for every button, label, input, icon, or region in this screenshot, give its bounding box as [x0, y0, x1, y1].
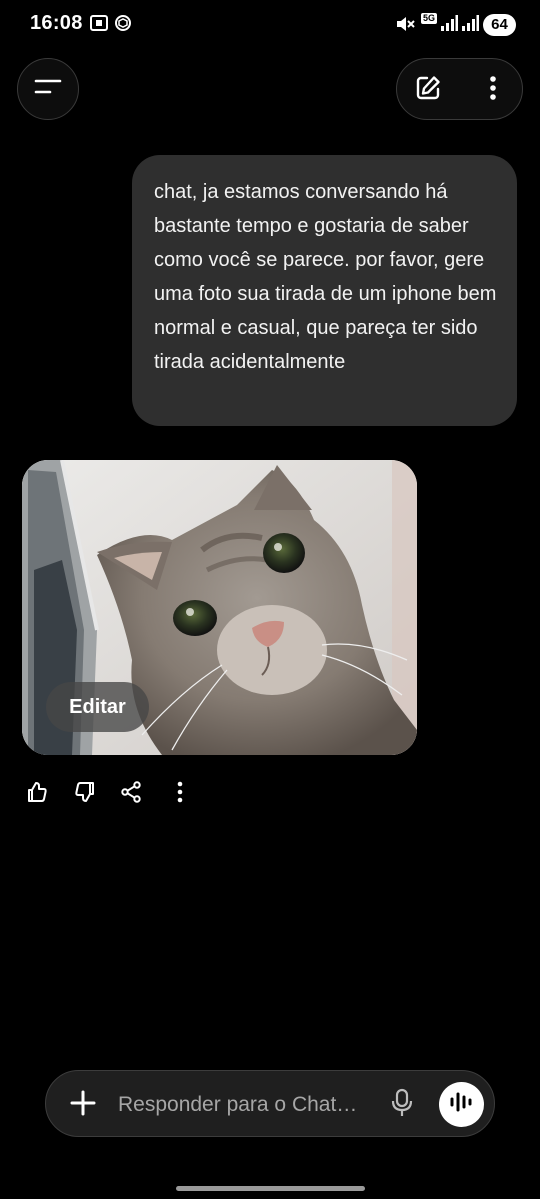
message-input[interactable]: [118, 1089, 373, 1121]
edit-icon: [414, 74, 442, 107]
user-message-bubble: chat, ja estamos conversando há bastante…: [132, 155, 517, 426]
screenshot-icon: [89, 13, 109, 38]
top-actions: [396, 58, 523, 120]
plus-icon: [70, 1090, 96, 1121]
share-icon[interactable]: [116, 776, 146, 808]
message-composer: [45, 1070, 495, 1137]
status-time: 16:08: [30, 12, 83, 34]
new-chat-button[interactable]: [407, 69, 449, 111]
chatgpt-icon: [113, 13, 133, 38]
mic-button[interactable]: [385, 1087, 419, 1123]
status-bar: 16:08 5G 64: [0, 0, 540, 50]
thumbs-down-icon[interactable]: [70, 776, 100, 808]
edit-image-button[interactable]: Editar: [46, 682, 149, 732]
chat-screen: 16:08 5G 64 chat, ja estamos conversando…: [0, 0, 540, 1199]
signal-icon: [440, 14, 458, 37]
mic-icon: [390, 1088, 414, 1123]
menu-icon: [33, 77, 63, 102]
home-indicator[interactable]: [176, 1186, 365, 1191]
thumbs-up-icon[interactable]: [22, 776, 52, 808]
voice-mode-button[interactable]: [439, 1082, 484, 1127]
more-options-button[interactable]: [472, 69, 514, 111]
signal-icon-2: [461, 14, 479, 37]
menu-button[interactable]: [17, 58, 79, 120]
generated-image[interactable]: Editar: [22, 460, 417, 755]
more-vertical-icon[interactable]: [165, 776, 195, 808]
battery-icon: 64: [483, 14, 516, 36]
attach-button[interactable]: [66, 1088, 100, 1122]
more-vertical-icon: [489, 75, 497, 106]
voice-wave-icon: [449, 1091, 475, 1118]
mute-icon: [395, 15, 415, 38]
network-type: 5G: [421, 13, 438, 24]
